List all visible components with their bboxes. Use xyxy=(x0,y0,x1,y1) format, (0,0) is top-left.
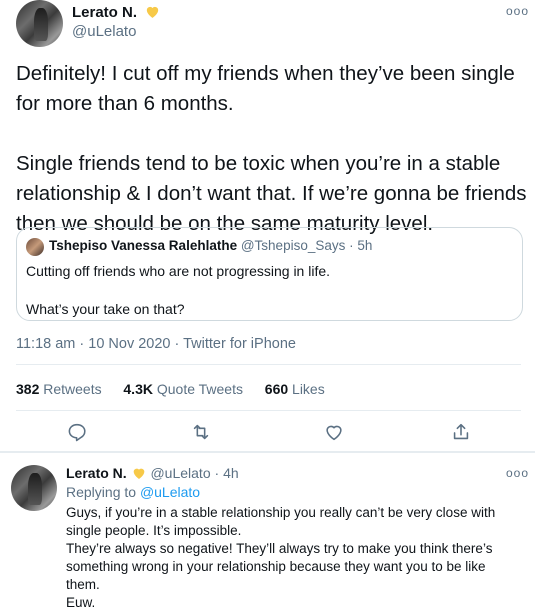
reply-icon[interactable] xyxy=(66,421,88,443)
quote-tweets-stat[interactable]: 4.3K Quote Tweets xyxy=(123,381,243,397)
tweet-timestamp[interactable]: 11:18 am · 10 Nov 2020 · Twitter for iPh… xyxy=(16,336,296,352)
author-name[interactable]: Lerato N. xyxy=(72,4,137,21)
author-name-row: Lerato N. xyxy=(72,4,161,22)
reply-text: Guys, if you’re in a stable relationship… xyxy=(66,505,496,610)
divider xyxy=(16,364,521,365)
more-icon[interactable]: ooo xyxy=(506,4,529,18)
quoted-handle: @Tshepiso_Says xyxy=(240,238,346,253)
retweet-icon[interactable] xyxy=(190,421,212,443)
reply-header: Lerato N. @uLelato · 4h xyxy=(66,465,239,481)
tweet-text: Definitely! I cut off my friends when th… xyxy=(16,62,527,235)
quoted-text: Cutting off friends who are not progress… xyxy=(26,263,331,317)
thread-separator xyxy=(0,451,535,453)
replying-to: Replying to @uLelato xyxy=(66,484,201,500)
reply-time[interactable]: · 4h xyxy=(215,465,239,481)
quoted-header: Tshepiso Vanessa Ralehlathe @Tshepiso_Sa… xyxy=(49,238,372,253)
share-icon[interactable] xyxy=(450,421,472,443)
heart-badge-icon xyxy=(147,6,159,18)
divider xyxy=(16,410,521,411)
quoted-name: Tshepiso Vanessa Ralehlathe xyxy=(49,238,238,253)
quoted-tweet[interactable]: Tshepiso Vanessa Ralehlathe @Tshepiso_Sa… xyxy=(16,227,523,321)
quoted-avatar xyxy=(26,238,44,256)
replying-to-link[interactable]: @uLelato xyxy=(140,484,200,500)
reply-author-handle[interactable]: @uLelato xyxy=(150,465,210,481)
more-icon[interactable]: ooo xyxy=(506,466,529,480)
heart-badge-icon xyxy=(133,468,144,479)
reply-author-avatar[interactable] xyxy=(11,465,57,511)
likes-stat[interactable]: 660 Likes xyxy=(265,381,325,397)
author-handle[interactable]: @uLelato xyxy=(72,23,136,40)
reply-author-name[interactable]: Lerato N. xyxy=(66,465,127,481)
like-icon[interactable] xyxy=(323,421,345,443)
author-avatar[interactable] xyxy=(16,0,63,47)
quoted-time: · 5h xyxy=(349,238,373,253)
retweets-stat[interactable]: 382 Retweets xyxy=(16,381,102,397)
tweet-stats: 382 Retweets 4.3K Quote Tweets 660 Likes xyxy=(16,381,325,397)
